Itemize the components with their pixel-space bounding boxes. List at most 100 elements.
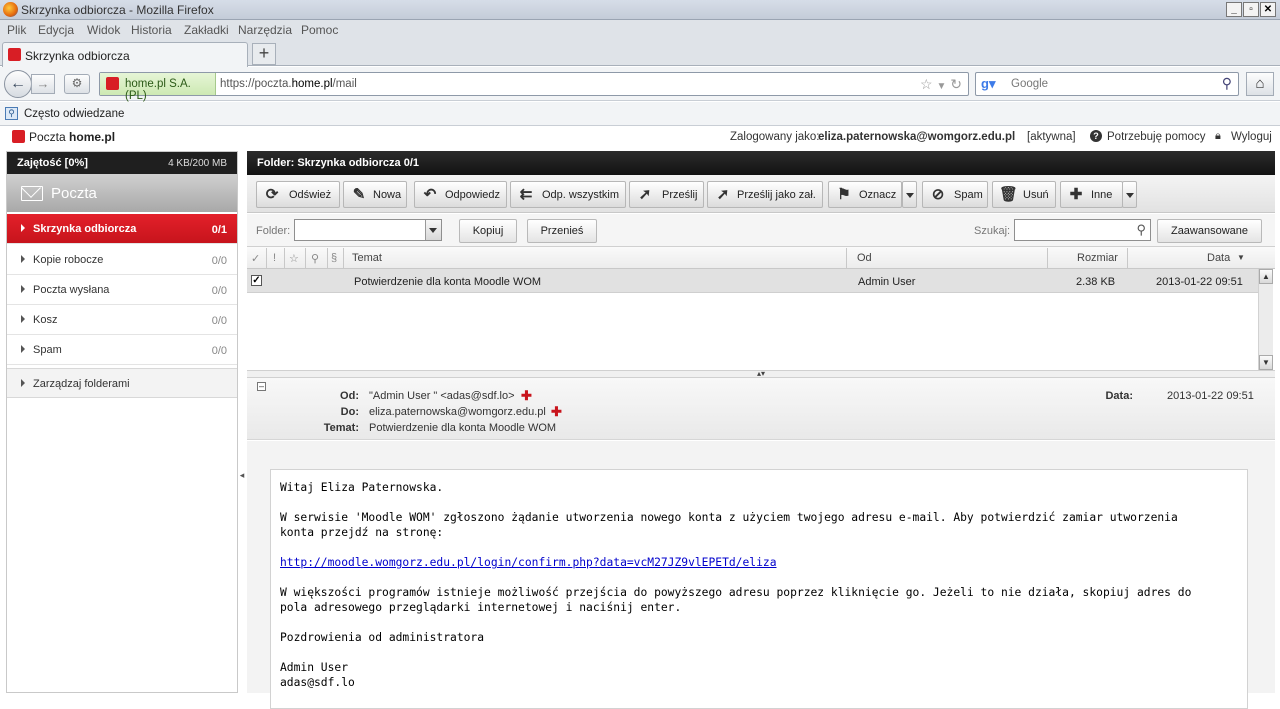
reply-all-button[interactable]: ⇇ Odp. wszystkim (510, 181, 626, 208)
table-row[interactable]: ✓ Potwierdzenie dla konta Moodle WOM Adm… (247, 269, 1258, 293)
other-button[interactable]: ✚ Inne (1060, 181, 1123, 208)
list-scrollbar[interactable]: ▲ ▼ (1258, 269, 1273, 370)
home-button[interactable]: ⌂ (1246, 72, 1274, 96)
menu-historia[interactable]: Historia (131, 23, 172, 37)
expand-arrow-icon (21, 255, 25, 263)
sidebar-item-spam[interactable]: Spam 0/0 (7, 335, 237, 365)
logout-link[interactable]: Wyloguj (1231, 131, 1272, 143)
forward-label: Prześlij (662, 189, 698, 201)
select-all-check-icon[interactable]: ✓ (251, 252, 260, 265)
spam-button[interactable]: ⊘ Spam (922, 181, 988, 208)
menu-pomoc[interactable]: Pomoc (301, 23, 338, 37)
logged-user: eliza.paternowska@womgorz.edu.pl (818, 131, 1016, 143)
date-label: Data: (1105, 390, 1133, 402)
add-contact-icon[interactable]: ✚ (551, 404, 562, 420)
bookmark-most-visited[interactable]: Często odwiedzane (24, 108, 124, 120)
back-button[interactable]: ← (4, 70, 32, 98)
row-date: 2013-01-22 09:51 (1156, 276, 1243, 288)
folder-name: Kopie robocze (33, 254, 104, 266)
add-contact-icon[interactable]: ✚ (521, 388, 532, 404)
logged-as-label: Zalogowany jako: (730, 131, 820, 143)
copy-button[interactable]: Kopiuj (459, 219, 517, 243)
reload-icon[interactable]: ↻ (950, 76, 962, 92)
new-message-button[interactable]: ✎ Nowa (343, 181, 407, 208)
new-tab-button[interactable]: + (252, 43, 276, 65)
menu-widok[interactable]: Widok (87, 23, 120, 37)
delete-button[interactable]: 🗑︎ Usuń (992, 181, 1056, 208)
scroll-down-icon[interactable]: ▼ (1259, 355, 1273, 370)
home-pl-logo-icon (8, 48, 21, 61)
search-icon[interactable]: ⚲ (1136, 222, 1146, 238)
forward-mail-button[interactable]: ➚ Prześlij (629, 181, 704, 208)
history-dropdown-icon[interactable]: ▼ (936, 81, 946, 92)
trash-icon: 🗑︎ (999, 186, 1019, 203)
scroll-up-icon[interactable]: ▲ (1259, 269, 1273, 284)
sidebar-item-sent[interactable]: Poczta wysłana 0/0 (7, 275, 237, 305)
forward-attachment-button[interactable]: ➚ Prześlij jako zał. (707, 181, 823, 208)
row-checkbox[interactable]: ✓ (251, 275, 262, 286)
mark-button[interactable]: ⚑ Oznacz (828, 181, 902, 208)
mail-search-input[interactable]: ⚲ (1014, 219, 1151, 241)
help-link[interactable]: Potrzebuję pomocy (1107, 131, 1205, 143)
menu-zakladki[interactable]: Zakładki (184, 23, 229, 37)
sidebar-item-drafts[interactable]: Kopie robocze 0/0 (7, 245, 237, 275)
reply-all-icon: ⇇ (519, 186, 533, 203)
reply-button[interactable]: ↶ Odpowiedz (414, 181, 507, 208)
manage-folders[interactable]: Zarządzaj folderami (7, 368, 237, 398)
tab-inbox[interactable]: Skrzynka odbiorcza (2, 42, 248, 67)
priority-icon[interactable]: ! (273, 252, 276, 264)
other-dropdown-button[interactable] (1122, 181, 1137, 208)
app-brand[interactable]: Poczta home.pl (12, 130, 115, 144)
google-icon[interactable]: g▾ (981, 76, 997, 92)
restore-button[interactable]: ▫ (1243, 2, 1259, 17)
pane-splitter[interactable]: ▴▾ (247, 370, 1275, 378)
greeting-line: Witaj Eliza Paternowska. (280, 481, 444, 494)
folder-count: 0/1 (211, 224, 227, 236)
collapse-header-icon[interactable]: – (257, 382, 266, 391)
folder-select[interactable] (294, 219, 442, 241)
minimize-button[interactable]: _ (1226, 2, 1242, 17)
collapse-sidebar-icon[interactable]: ◂ (238, 464, 246, 486)
attachment-icon[interactable]: ⚲ (311, 252, 319, 265)
search-icon[interactable]: ⚲ (1222, 75, 1232, 92)
delete-label: Usuń (1023, 189, 1049, 201)
column-separator (1127, 248, 1128, 268)
feed-icon[interactable]: ⚙ (64, 74, 90, 94)
sidebar-item-inbox[interactable]: Skrzynka odbiorcza 0/1 (7, 214, 237, 244)
menu-narzedzia[interactable]: Narzędzia (238, 23, 292, 37)
search-bar[interactable]: g▾ Google ⚲ (975, 72, 1239, 96)
url-text[interactable]: https://poczta.home.pl/mail (220, 78, 357, 90)
search-label: Szukaj: (974, 225, 1011, 237)
refresh-button[interactable]: ⟳ Odśwież (256, 181, 340, 208)
quota-label: Zajętość [0%] (17, 157, 88, 169)
confirm-link[interactable]: http://moodle.womgorz.edu.pl/login/confi… (280, 556, 777, 569)
move-button[interactable]: Przenieś (527, 219, 597, 243)
column-date[interactable]: Data (1207, 252, 1230, 264)
site-identity[interactable]: home.pl S.A. (PL) (100, 73, 216, 102)
sort-desc-icon[interactable]: ▼ (1237, 253, 1245, 262)
filter-bar: Folder: Kopiuj Przenieś Szukaj: ⚲ Zaawan… (247, 214, 1275, 247)
column-subject[interactable]: Temat (352, 252, 382, 264)
mark-label: Oznacz (859, 189, 897, 201)
sidebar-item-trash[interactable]: Kosz 0/0 (7, 305, 237, 335)
other-label: Inne (1091, 189, 1113, 201)
advanced-search-button[interactable]: Zaawansowane (1157, 219, 1262, 243)
chevron-down-icon[interactable] (425, 220, 441, 240)
star-icon[interactable]: ☆ (289, 252, 299, 265)
mail-section-header[interactable]: Poczta (7, 174, 237, 212)
column-size[interactable]: Rozmiar (1077, 252, 1118, 264)
column-from[interactable]: Od (857, 252, 872, 264)
help-icon[interactable]: ? (1090, 130, 1102, 142)
url-bar[interactable]: home.pl S.A. (PL) https://poczta.home.pl… (99, 72, 969, 102)
menu-plik[interactable]: Plik (7, 23, 26, 37)
mark-dropdown-button[interactable] (902, 181, 917, 208)
site-identity-label: home.pl S.A. (PL) (125, 78, 191, 102)
close-window-button[interactable]: ✕ (1260, 2, 1276, 17)
forward-mail-icon: ➚ (638, 186, 652, 203)
menu-edycja[interactable]: Edycja (38, 23, 74, 37)
row-size: 2.38 KB (1076, 276, 1116, 288)
bookmark-star-icon[interactable]: ☆ (920, 76, 933, 92)
forward-button[interactable]: → (31, 74, 55, 94)
status-icon[interactable]: § (331, 252, 337, 264)
column-separator (1047, 248, 1048, 268)
